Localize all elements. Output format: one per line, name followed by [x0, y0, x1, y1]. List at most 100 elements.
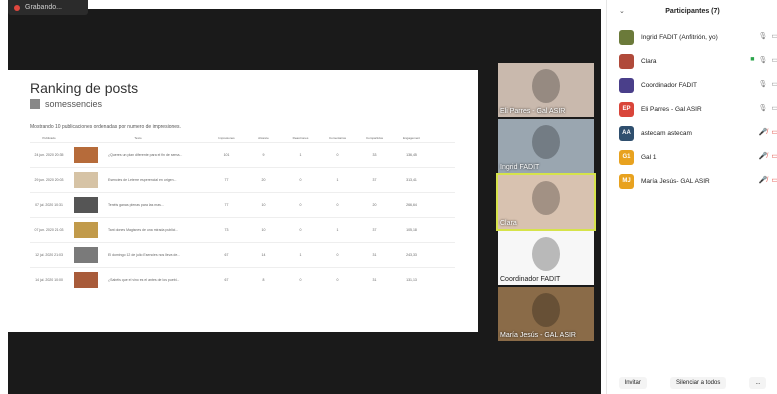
post-metric: 20: [372, 203, 377, 207]
post-metric: 9: [262, 153, 265, 157]
post-metric: 0: [299, 178, 302, 182]
post-thumbnail[interactable]: [74, 147, 98, 163]
post-date: 29 jun. 2020 20:03: [34, 177, 64, 182]
shared-screen: Ranking de posts somessencies Mostrando …: [8, 70, 478, 332]
column-header[interactable]: Reacciones: [282, 136, 319, 140]
video-on-icon: ■: [750, 56, 755, 63]
post-metric: 243,33: [406, 253, 417, 257]
table-row[interactable]: 07 jul. 2020 10:31 Tenéis ganas plenas pa…: [30, 192, 455, 217]
participant-row[interactable]: AA astecam astecam 🎤̸ ▭: [607, 121, 777, 145]
post-metric: 0: [299, 228, 302, 232]
video-tile[interactable]: Eli Parres - Gal ASIR: [498, 63, 594, 117]
participant-row[interactable]: EP Eli Parres - Gal ASIR 🎙 ▭: [607, 97, 777, 121]
posts-table: 24 jun. 2020 20:35 ¿Queres un plan difere…: [30, 142, 455, 292]
camera-icon: ▭: [771, 33, 777, 40]
camera-icon: ▭: [771, 81, 777, 88]
post-metric: 1: [336, 228, 339, 232]
table-row[interactable]: 14 jul. 2020 10:00 ¿Sabéis que el vino es…: [30, 267, 455, 292]
column-header[interactable]: Publicado: [30, 136, 68, 140]
mic-icon: 🎙: [758, 33, 768, 40]
post-thumbnail[interactable]: [74, 222, 98, 238]
participant-name: Ingrid FADIT (Anfitrión, yo): [641, 33, 718, 41]
post-metric: 8: [262, 278, 265, 282]
column-header[interactable]: Engagement: [393, 136, 430, 140]
post-metric: 0: [336, 253, 339, 257]
table-row[interactable]: 29 jun. 2020 20:03 Esencies de Leterre es…: [30, 167, 455, 192]
brand: somessencies: [30, 99, 102, 109]
participant-row[interactable]: Coordinador FADIT 🎙 ▭: [607, 73, 777, 97]
post-metric: 1: [336, 178, 339, 182]
table-row[interactable]: 07 jun. 2020 21:03 Tant dones Magisnes de…: [30, 217, 455, 242]
avatar: AA: [619, 125, 634, 141]
participant-name: Eli Parres - Gal ASIR: [641, 105, 702, 113]
post-text: Tenéis ganas plenas para las mas...: [108, 203, 164, 207]
participant-status[interactable]: ■ 🎙 ▭: [750, 56, 777, 64]
recording-indicator[interactable]: Grabando...: [8, 0, 88, 15]
table-row[interactable]: 12 jul. 2020 21:03 El domingo 12 de julio…: [30, 242, 455, 267]
post-text: Esencies de Leterre esperencial en orige…: [108, 178, 177, 182]
participant-video: [532, 69, 560, 103]
participant-name: Clara: [641, 57, 657, 65]
invite-button[interactable]: Invitar: [618, 377, 647, 389]
more-button[interactable]: ...: [749, 377, 767, 389]
record-icon: [14, 4, 20, 11]
tile-name: María Jesús - GAL ASIR: [500, 332, 576, 339]
post-text: Tant dones Magisnes de una mirada public…: [108, 228, 179, 232]
column-header[interactable]: Comentarios: [319, 136, 356, 140]
participant-name: Coordinador FADIT: [641, 81, 697, 89]
participant-status[interactable]: 🎙 ▭: [758, 104, 777, 112]
post-metric: 73: [224, 228, 229, 232]
post-metric: 0: [336, 153, 339, 157]
post-metric: 77: [224, 203, 229, 207]
participant-row[interactable]: MJ María Jesús- GAL ASIR 🎤̸ ▭: [607, 169, 777, 193]
column-header[interactable]: Compartidos: [356, 136, 393, 140]
post-metric: 10: [261, 203, 266, 207]
participant-row[interactable]: Ingrid FADIT (Anfitrión, yo) 🎙 ▭: [607, 25, 777, 49]
post-text: El domingo 12 de julio Esencies nos llev…: [108, 253, 181, 257]
panel-footer: Invitar Silenciar a todos ...: [607, 372, 777, 394]
post-thumbnail[interactable]: [74, 197, 98, 213]
post-thumbnail[interactable]: [74, 247, 98, 263]
post-metric: 136,45: [406, 153, 417, 157]
mic-muted-icon: 🎤̸: [758, 153, 768, 160]
tile-name: Clara: [500, 220, 517, 227]
post-metric: 0: [336, 278, 339, 282]
mic-muted-icon: 🎤̸: [758, 177, 768, 184]
post-metric: 77: [224, 178, 229, 182]
post-metric: 67: [224, 278, 229, 282]
video-tile[interactable]: Clara: [496, 173, 596, 231]
post-metric: 31: [372, 253, 377, 257]
video-tile[interactable]: Ingrid FADIT: [498, 119, 594, 173]
participant-row[interactable]: G1 Gal 1 🎤̸ ▭: [607, 145, 777, 169]
mute-all-button[interactable]: Silenciar a todos: [669, 377, 727, 389]
avatar: G1: [619, 149, 634, 165]
column-header[interactable]: Texto: [68, 136, 208, 140]
mic-muted-icon: 🎤̸: [758, 129, 768, 136]
post-date: 07 jul. 2020 10:31: [35, 202, 63, 207]
post-metric: 0: [336, 203, 339, 207]
video-tile[interactable]: Coordinador FADIT: [498, 231, 594, 285]
post-metric: 37: [372, 228, 377, 232]
table-header: Publicado Texto Impresiones Alcance Reaccion…: [30, 136, 455, 140]
participant-video: [532, 181, 560, 215]
post-thumbnail[interactable]: [74, 272, 98, 288]
participant-row[interactable]: Clara ■ 🎙 ▭: [607, 49, 777, 73]
column-header[interactable]: Alcance: [245, 136, 282, 140]
post-thumbnail[interactable]: [74, 172, 98, 188]
participant-status[interactable]: 🎙 ▭: [758, 32, 777, 40]
brand-logo-icon: [30, 99, 40, 109]
video-tile[interactable]: María Jesús - GAL ASIR: [498, 287, 594, 341]
column-header[interactable]: Impresiones: [208, 136, 245, 140]
table-row[interactable]: 24 jun. 2020 20:35 ¿Queres un plan difere…: [30, 142, 455, 167]
video-off-icon: ▭: [771, 153, 777, 160]
post-metric: 0: [299, 203, 302, 207]
participant-status[interactable]: 🎤̸ ▭: [759, 128, 777, 136]
post-metric: 33: [372, 153, 377, 157]
mic-icon: 🎙: [758, 81, 768, 88]
post-metric: 1: [299, 153, 302, 157]
participant-name: astecam astecam: [641, 129, 692, 137]
participant-status[interactable]: 🎙 ▭: [758, 80, 777, 88]
participant-status[interactable]: 🎤̸ ▭: [759, 176, 777, 184]
avatar: MJ: [619, 173, 634, 189]
participant-status[interactable]: 🎤̸ ▭: [759, 152, 777, 160]
